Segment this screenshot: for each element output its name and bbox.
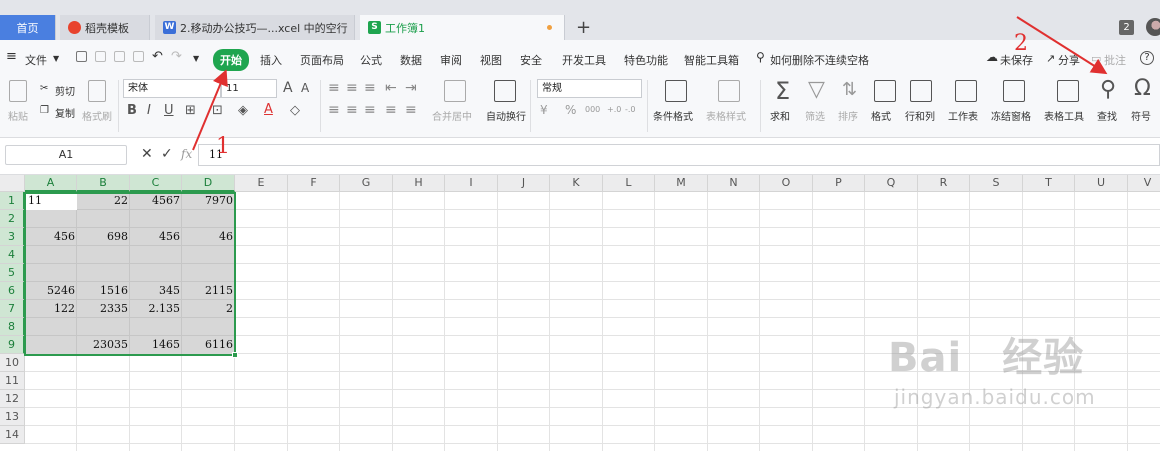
annotation-arrows	[192, 16, 1108, 151]
annotation-number-1: 1	[216, 134, 230, 159]
watermark-url: jingyan.baidu.com	[894, 385, 1096, 409]
watermark-brand2: 经验	[1002, 335, 1085, 381]
baidu-watermark: Bai 经验 jingyan.baidu.com	[888, 325, 1095, 409]
annotation-arrow-2	[1016, 16, 1108, 75]
watermark-brand: Bai	[888, 335, 963, 381]
annotation-number-2: 2	[1014, 31, 1028, 56]
wps-spreadsheet-window: 首页 稻壳模板 W 2.移动办公技巧—...xcel 中的空行 S 工作簿1 +…	[0, 0, 1160, 451]
